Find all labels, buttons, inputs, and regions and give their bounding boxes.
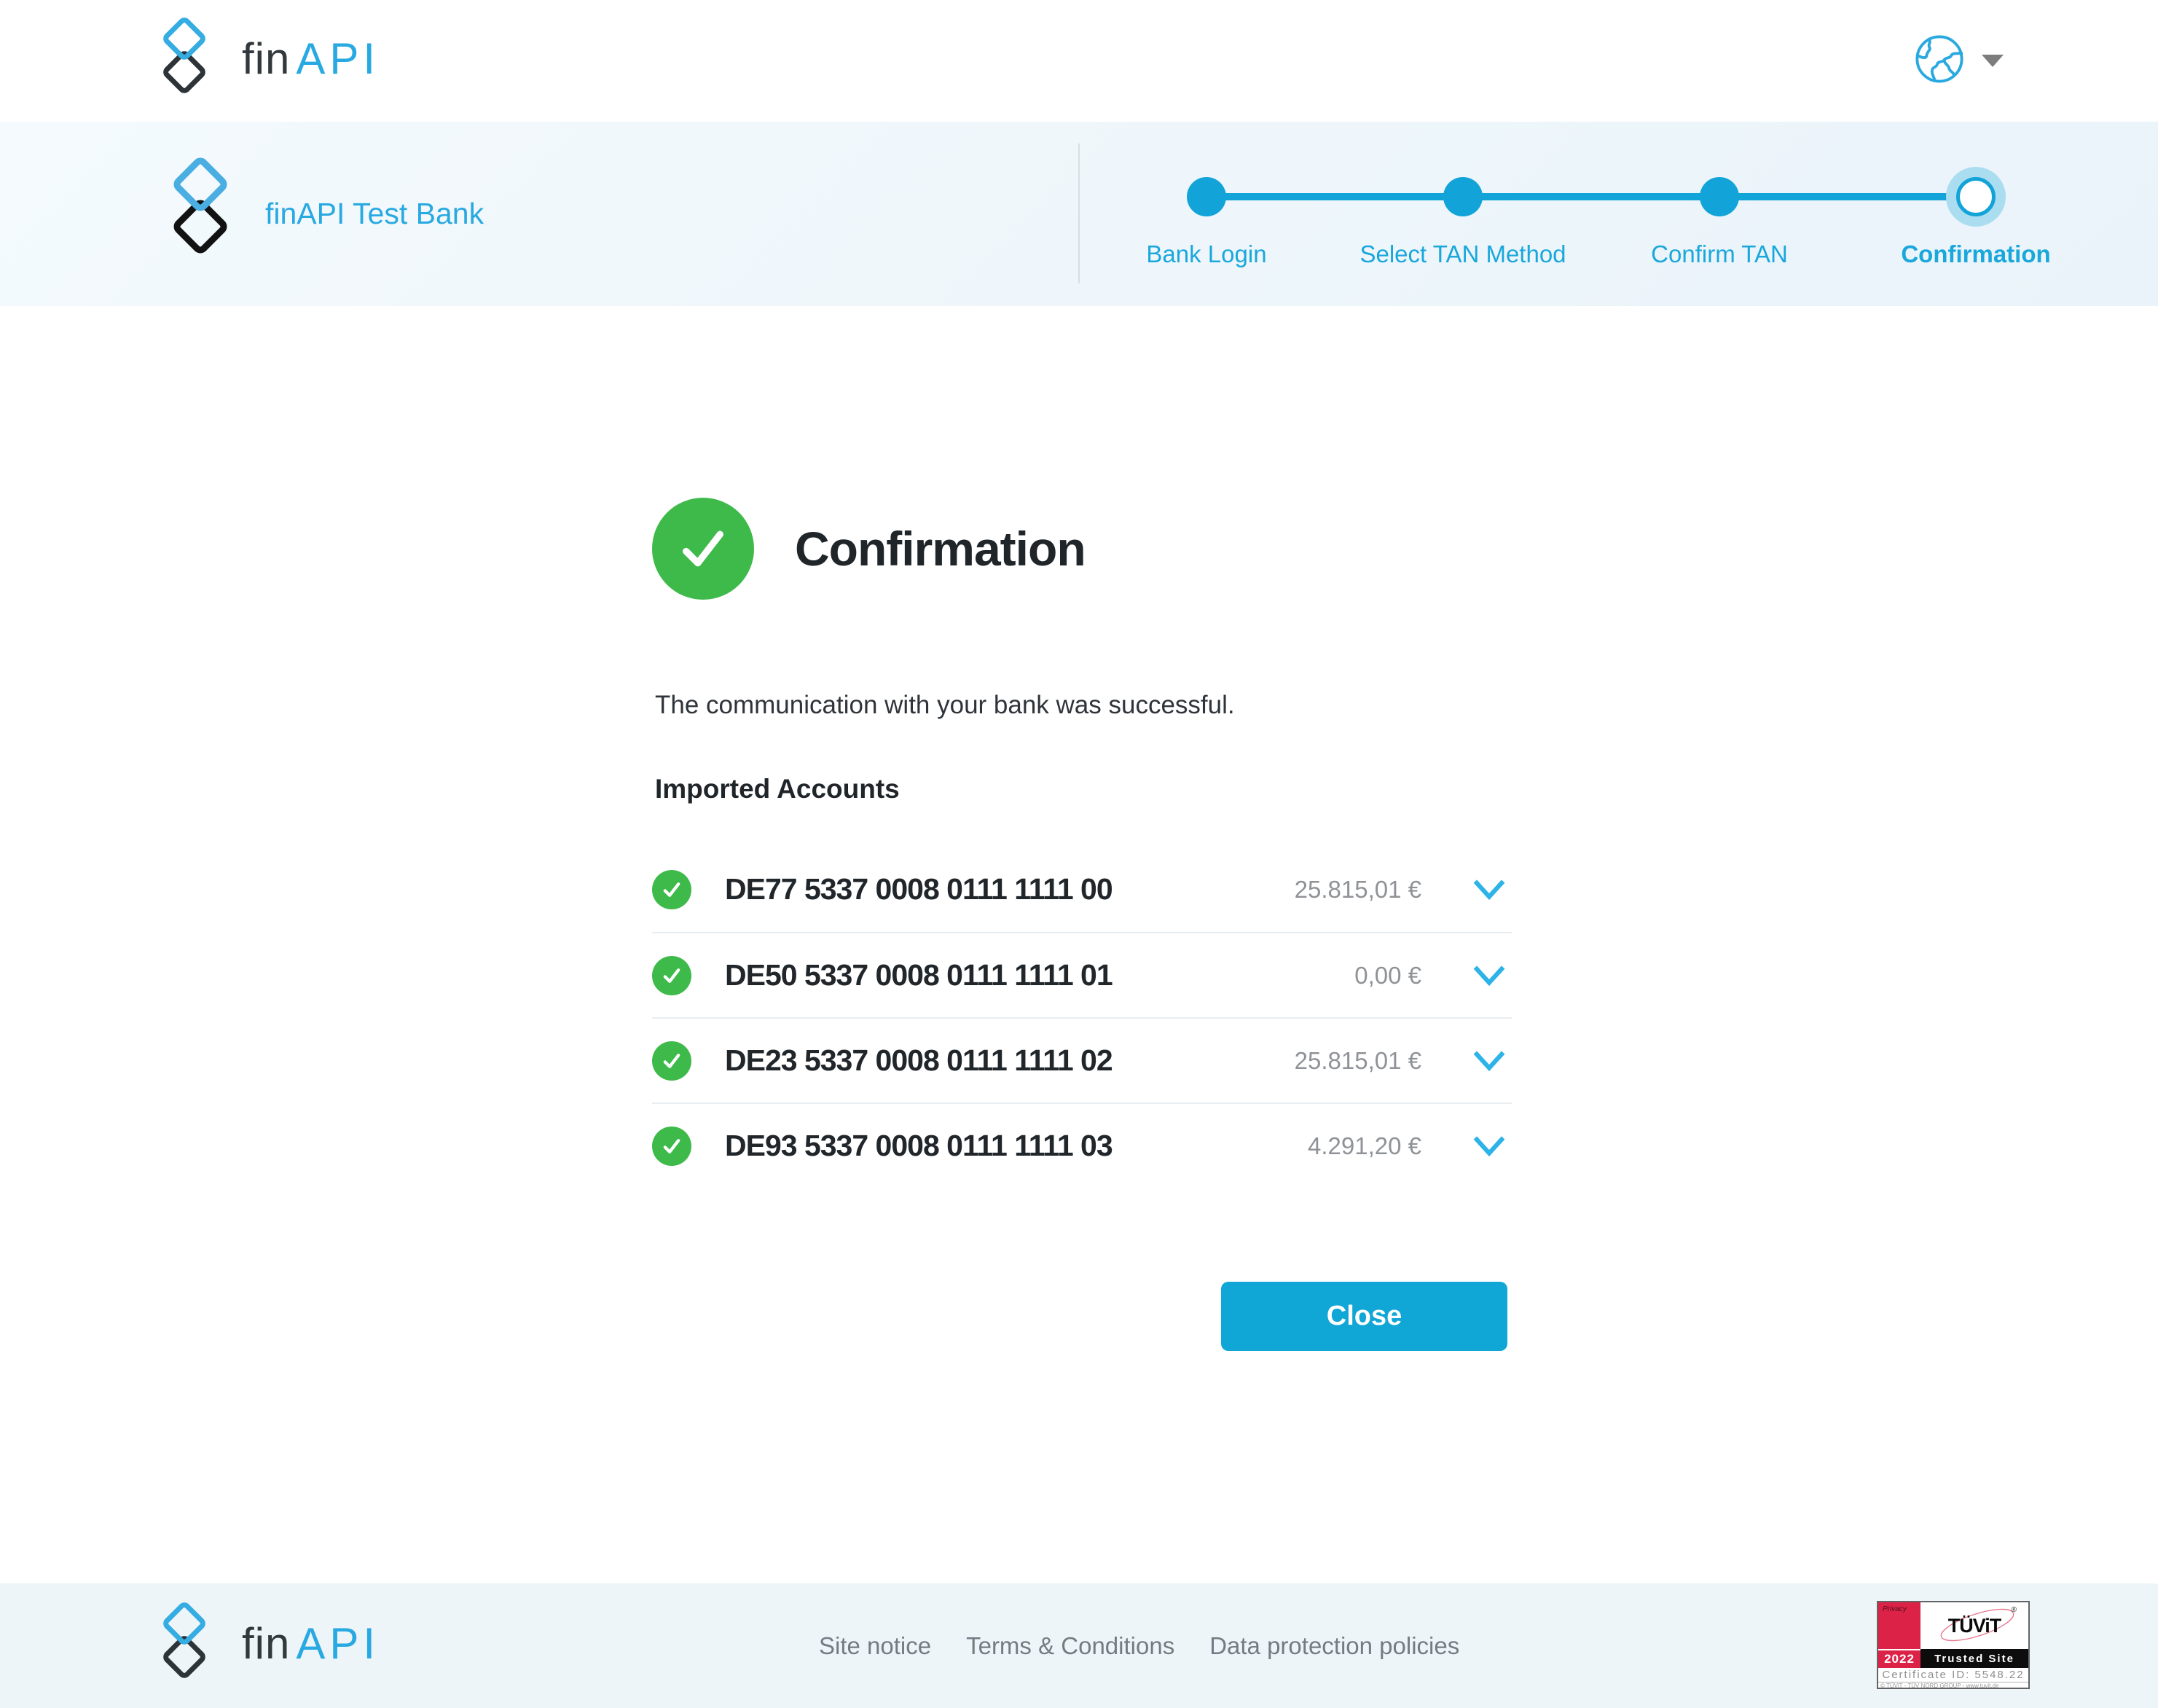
account-check-icon [652,1127,691,1166]
tuvit-trusted-site-badge[interactable]: Privacy 2022 TÜViT ® Trusted Site Certif… [1877,1601,2030,1689]
main-area: Confirmation The communication with your… [0,306,2158,1583]
step-label: Select TAN Method [1359,240,1566,268]
account-balance: 25.815,01 € [1295,1047,1421,1075]
finapi-logo-text: finAPI [242,1618,380,1669]
language-selector[interactable] [1913,0,2004,122]
account-balance: 4.291,20 € [1308,1132,1421,1160]
expand-chevron-icon[interactable] [1472,1135,1506,1158]
badge-certificate-id: Certificate ID: 5548.22 [1878,1669,2028,1681]
title-row: Confirmation [652,489,1086,608]
registered-mark: ® [2012,1606,2017,1614]
step-select-tan-method: Select TAN Method [1335,177,1591,268]
footer-links: Site notice Terms & Conditions Data prot… [819,1583,1459,1708]
globe-icon [1913,33,1966,89]
bank-name: finAPI Test Bank [265,197,484,231]
terms-conditions-link[interactable]: Terms & Conditions [966,1632,1174,1660]
account-row[interactable]: DE93 5337 0008 0111 1111 03 4.291,20 € [652,1102,1512,1188]
badge-year: 2022 [1878,1649,1920,1668]
bank-logo-icon [153,157,246,293]
expand-chevron-icon[interactable] [1472,964,1506,987]
logo-fin: fin [242,34,290,83]
data-protection-link[interactable]: Data protection policies [1209,1632,1459,1660]
step-dot-filled [1700,177,1739,216]
account-check-icon [652,1041,691,1081]
imported-accounts-heading: Imported Accounts [655,774,900,804]
account-iban: DE23 5337 0008 0111 1111 02 [725,1043,1295,1078]
account-row[interactable]: DE77 5337 0008 0111 1111 00 25.815,01 € [652,847,1512,932]
expand-chevron-icon[interactable] [1472,1049,1506,1073]
logo-api: API [296,34,380,83]
account-balance: 0,00 € [1354,962,1421,990]
logo-api: API [296,1619,380,1668]
finapi-logo: finAPI [137,17,380,99]
step-dot-filled [1187,177,1226,216]
tuvit-wordmark: TÜViT [1948,1615,2001,1637]
step-dot-filled [1443,177,1483,216]
badge-privacy-label: Privacy [1878,1602,1920,1613]
account-iban: DE77 5337 0008 0111 1111 00 [725,872,1295,906]
finapi-logo-icon [137,1602,232,1684]
account-row[interactable]: DE50 5337 0008 0111 1111 01 0,00 € [652,932,1512,1017]
account-iban: DE93 5337 0008 0111 1111 03 [725,1129,1308,1163]
close-button[interactable]: Close [1221,1282,1507,1351]
accounts-list: DE77 5337 0008 0111 1111 00 25.815,01 € … [652,847,1512,1188]
account-check-icon [652,956,691,995]
bank-identity: finAPI Test Bank [153,122,484,306]
success-check-icon [652,498,754,600]
chevron-down-icon [1982,55,2004,67]
confirmation-panel: Confirmation The communication with your… [652,306,1512,1583]
badge-banner: Trusted Site [1920,1649,2028,1668]
page-title: Confirmation [795,521,1086,576]
step-dot-current [1956,177,1996,216]
account-iban: DE50 5337 0008 0111 1111 01 [725,958,1354,992]
account-balance: 25.815,01 € [1295,876,1421,904]
success-message: The communication with your bank was suc… [655,691,1235,720]
badge-privacy-panel: Privacy 2022 [1878,1602,1920,1668]
account-check-icon [652,870,691,909]
step-confirmation: Confirmation [1848,177,2104,268]
progress-stepper: Bank Login Select TAN Method Confirm TAN… [1078,122,2104,306]
expand-chevron-icon[interactable] [1472,878,1506,901]
footer-finapi-logo: finAPI [137,1602,380,1684]
step-bank-login: Bank Login [1078,177,1335,268]
tuvit-logo: TÜViT ® [1920,1602,2028,1649]
finapi-logo-text: finAPI [242,34,380,84]
step-confirm-tan: Confirm TAN [1591,177,1848,268]
step-label: Confirm TAN [1651,240,1788,268]
step-label: Confirmation [1901,240,2050,268]
site-notice-link[interactable]: Site notice [819,1632,931,1660]
footer: finAPI Site notice Terms & Conditions Da… [0,1583,2158,1708]
step-label: Bank Login [1146,240,1266,268]
finapi-logo-icon [137,17,232,99]
bank-subheader: finAPI Test Bank Bank Login Select TAN M… [0,122,2158,306]
logo-fin: fin [242,1619,290,1668]
badge-copyright: © TÜViT - TÜV NORD GROUP - www.tuvit.de [1878,1682,2028,1689]
top-header: finAPI [0,0,2158,122]
account-row[interactable]: DE23 5337 0008 0111 1111 02 25.815,01 € [652,1017,1512,1102]
